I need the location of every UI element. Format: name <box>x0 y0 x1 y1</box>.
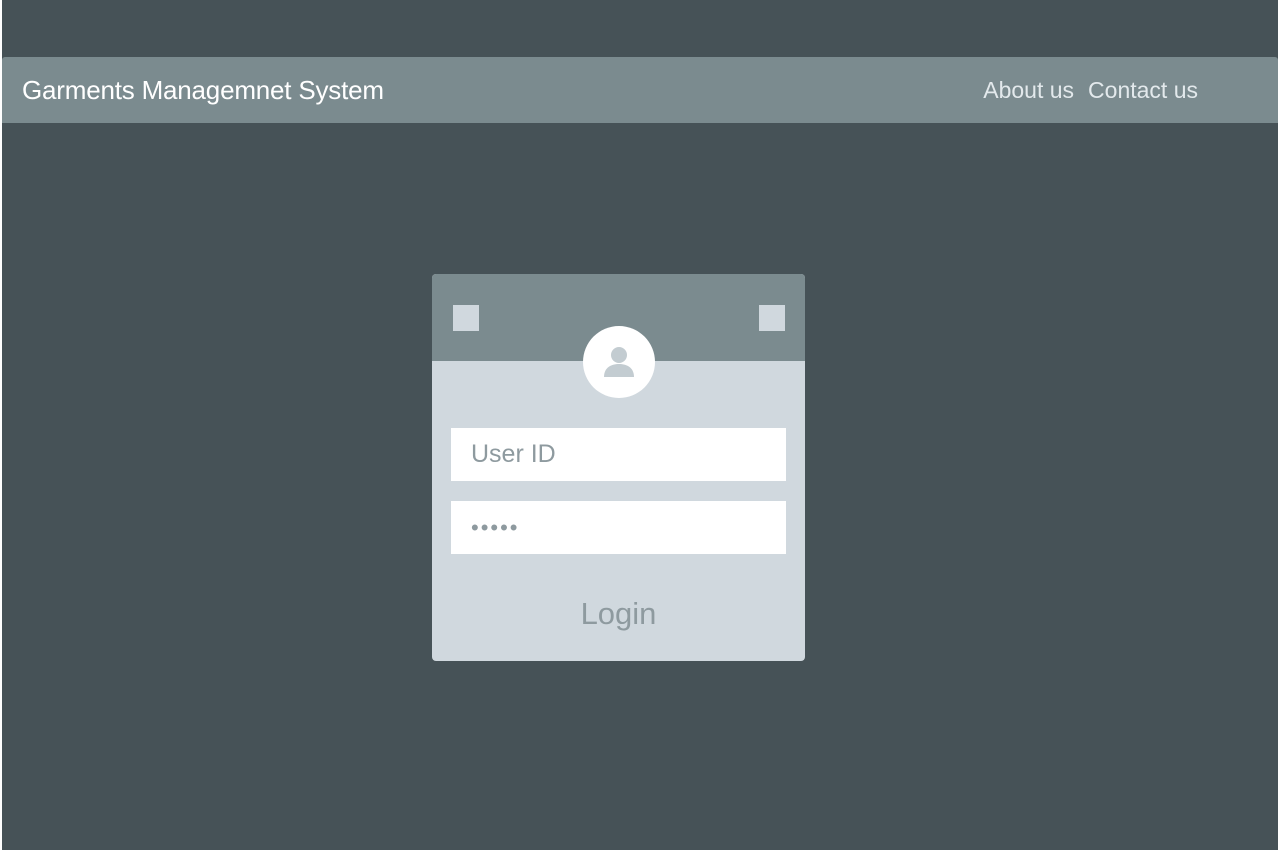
brand-title: Garments Managemnet System <box>22 75 384 105</box>
top-navbar: Garments Managemnet System About us Cont… <box>2 57 1278 123</box>
nav-link-contact-us[interactable]: Contact us <box>1088 77 1198 104</box>
login-button[interactable]: Login <box>432 584 805 644</box>
password-input[interactable] <box>451 501 786 554</box>
header-square-left <box>453 305 479 331</box>
nav-link-about-us[interactable]: About us <box>983 77 1074 104</box>
nav-links: About us Contact us <box>983 57 1198 123</box>
user-id-input[interactable] <box>451 428 786 481</box>
app-background: Garments Managemnet System About us Cont… <box>2 0 1278 850</box>
avatar <box>583 326 655 398</box>
user-icon <box>604 347 634 377</box>
login-card: Login <box>432 274 805 661</box>
header-square-right <box>759 305 785 331</box>
